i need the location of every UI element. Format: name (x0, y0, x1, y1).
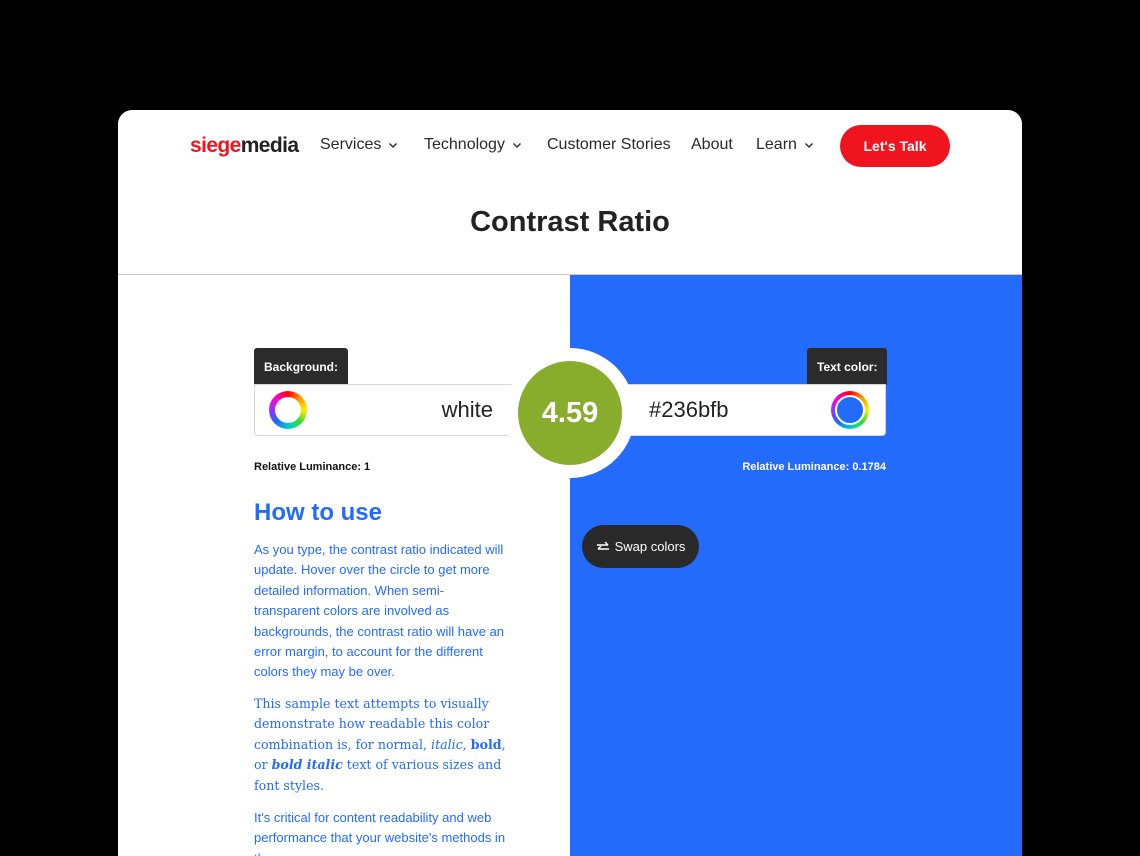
how-to-paragraph-1: As you type, the contrast ratio indicate… (254, 542, 505, 680)
swap-colors-label: Swap colors (614, 539, 686, 554)
sample-text-paragraph: This sample text attempts to visually de… (254, 694, 509, 796)
nav-customer-stories-label: Customer Stories (547, 136, 671, 153)
logo-siege: siege (190, 134, 241, 157)
color-wheel-icon[interactable] (831, 391, 869, 429)
nav-about-label: About (691, 136, 733, 153)
sample-text-b: , (462, 736, 471, 752)
nav-technology[interactable]: Technology (424, 136, 523, 154)
chevron-down-icon (804, 142, 813, 149)
background-tag: Background: (254, 348, 349, 385)
how-to-paragraph-3: It's critical for content readability an… (254, 810, 506, 856)
browser-window: siegemedia Services Technology Customer … (118, 110, 1022, 856)
background-input[interactable]: white (442, 397, 493, 423)
sample-bold: bold (470, 736, 502, 752)
nav-learn[interactable]: Learn (756, 136, 815, 154)
color-wheel-icon[interactable] (269, 391, 307, 429)
logo-media: media (240, 134, 299, 157)
swap-arrows-icon (596, 541, 609, 550)
contrast-ratio-circle[interactable]: 4.59 (518, 361, 622, 465)
nav-services[interactable]: Services (320, 136, 399, 154)
nav-services-label: Services (320, 136, 382, 153)
swap-colors-button[interactable]: Swap colors (582, 525, 699, 568)
background-field[interactable]: white (254, 384, 513, 436)
nav-technology-label: Technology (424, 136, 505, 153)
lets-talk-button[interactable]: Let's Talk (840, 125, 950, 167)
page-title: Contrast Ratio (470, 206, 670, 238)
text-color-luminance: Relative Luminance: 0.1784 (742, 461, 886, 473)
how-to-use-heading: How to use (254, 499, 383, 526)
background-luminance: Relative Luminance: 1 (254, 461, 371, 473)
sample-bold-italic: bold italic (271, 757, 343, 773)
siegemedia-logo[interactable]: siegemedia (190, 134, 299, 158)
nav-about[interactable]: About (691, 136, 733, 154)
chevron-down-icon (389, 142, 398, 149)
top-nav: siegemedia Services Technology Customer … (118, 110, 1022, 182)
chevron-down-icon (512, 142, 521, 149)
nav-learn-label: Learn (756, 136, 797, 153)
nav-customer-stories[interactable]: Customer Stories (547, 136, 671, 154)
text-color-swatch (835, 395, 865, 425)
sample-italic: italic (431, 736, 463, 752)
background-swatch (275, 397, 301, 423)
text-color-input[interactable]: #236bfb (649, 397, 729, 423)
text-color-tag: Text color: (807, 348, 888, 385)
text-color-field[interactable]: #236bfb (624, 384, 886, 436)
